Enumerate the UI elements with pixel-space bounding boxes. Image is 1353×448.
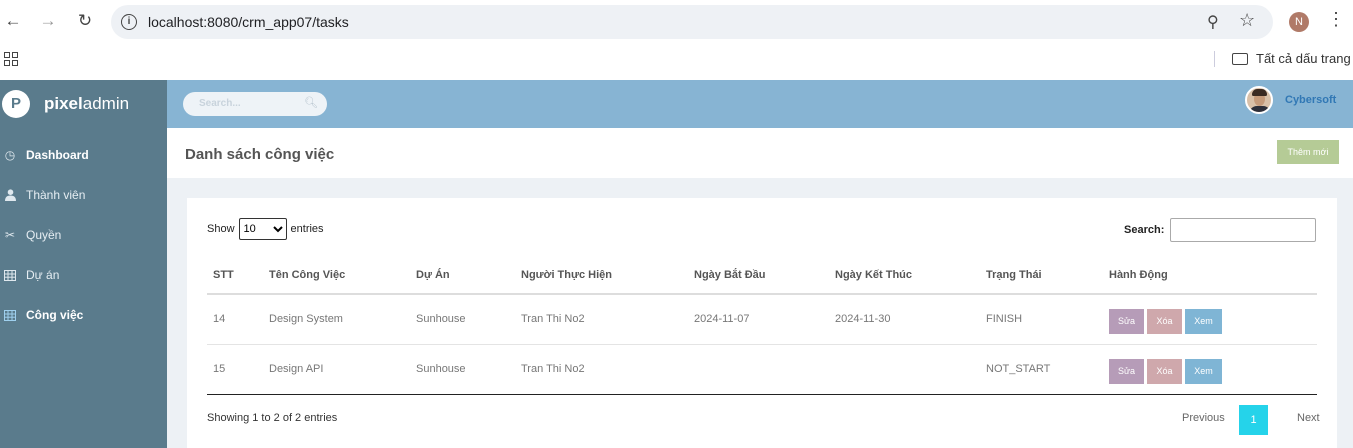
show-label: Show [207, 223, 235, 235]
cell-name: Design API [263, 344, 410, 395]
add-task-button[interactable]: Thêm mới [1277, 140, 1339, 164]
key-icon: ✂ [4, 228, 16, 242]
menu-icon[interactable]: ⋮ [1327, 9, 1345, 30]
cell-actions: Sửa Xóa Xem [1103, 344, 1317, 395]
page-size-select[interactable]: 10 [238, 218, 287, 240]
sidebar-item-label: Công việc [26, 308, 84, 322]
user-icon [4, 189, 16, 201]
cell-status: NOT_START [980, 344, 1103, 395]
zoom-icon[interactable]: ⚲ [1207, 12, 1219, 32]
search-placeholder: Search... [199, 98, 241, 109]
cell-assignee: Tran Thi No2 [515, 294, 688, 345]
sidebar-item-label: Dashboard [26, 148, 89, 162]
cell-end: 2024-11-30 [829, 294, 980, 345]
cell-stt: 15 [207, 344, 263, 395]
cell-assignee: Tran Thi No2 [515, 344, 688, 395]
sidebar-item-label: Dự án [26, 268, 60, 282]
table-icon [4, 269, 16, 281]
apps-icon[interactable] [4, 52, 18, 66]
entries-label: entries [290, 223, 324, 235]
page-title: Danh sách công việc [185, 146, 335, 163]
table-header-row: STT Tên Công Việc Dự Án Người Thực Hiện … [207, 256, 1317, 295]
sidebar-item-label: Thành viên [26, 188, 86, 202]
logo[interactable]: P pixeladmin [0, 80, 167, 128]
reload-icon[interactable]: ↻ [74, 10, 96, 32]
sidebar-item-tasks[interactable]: Công việc [0, 295, 167, 335]
column-header[interactable]: Tên Công Việc [263, 256, 410, 295]
search-input[interactable]: Search... 🔍︎ [183, 92, 327, 116]
sidebar-item-members[interactable]: Thành viên [0, 175, 167, 215]
logo-icon: P [2, 90, 30, 118]
app-root: P pixeladmin Search... 🔍︎ Cybersoft ◷ Da… [0, 80, 1353, 448]
cell-name: Design System [263, 294, 410, 345]
edit-button[interactable]: Sửa [1109, 358, 1144, 384]
table-search-input[interactable] [1170, 218, 1317, 242]
column-header[interactable]: Ngày Kết Thúc [829, 256, 980, 295]
cell-project: Sunhouse [410, 344, 515, 395]
forward-icon[interactable]: → [37, 10, 59, 32]
back-icon[interactable]: ← [2, 10, 24, 32]
table-search: Search: [1124, 218, 1317, 242]
all-bookmarks-label: Tất cả dấu trang [1256, 51, 1351, 66]
tasks-table: STT Tên Công Việc Dự Án Người Thực Hiện … [207, 256, 1317, 395]
sidebar-item-label: Quyền [26, 228, 62, 242]
view-button[interactable]: Xem [1185, 308, 1222, 334]
sidebar-item-projects[interactable]: Dự án [0, 255, 167, 295]
column-header[interactable]: Người Thực Hiện [515, 256, 688, 295]
browser-chrome: ← → ↻ i localhost:8080/crm_app07/tasks ⚲… [0, 0, 1353, 80]
sidebar-item-roles[interactable]: ✂ Quyền [0, 215, 167, 255]
cell-actions: Sửa Xóa Xem [1103, 294, 1317, 345]
column-header[interactable]: STT [207, 256, 263, 295]
column-header[interactable]: Ngày Bắt Đầu [688, 256, 829, 295]
address-bar[interactable]: i localhost:8080/crm_app07/tasks ⚲ ☆ [111, 5, 1273, 39]
bookmark-divider [1214, 51, 1215, 67]
bookmark-star-icon[interactable]: ☆ [1239, 10, 1255, 31]
tasks-card: Show 10 entries Search: STT Tên Công Việ… [187, 198, 1337, 448]
cell-start: 2024-11-07 [688, 294, 829, 345]
avatar[interactable] [1245, 86, 1273, 114]
table-info: Showing 1 to 2 of 2 entries [207, 412, 338, 424]
view-button[interactable]: Xem [1185, 358, 1222, 384]
cell-end [829, 344, 980, 395]
pagination-page-1[interactable]: 1 [1239, 405, 1268, 435]
column-header[interactable]: Trạng Thái [980, 256, 1103, 295]
brand-name-bold: pixel [44, 94, 83, 113]
cell-stt: 14 [207, 294, 263, 345]
cell-project: Sunhouse [410, 294, 515, 345]
delete-button[interactable]: Xóa [1147, 308, 1182, 334]
pagination-previous[interactable]: Previous [1182, 412, 1225, 424]
sidebar: ◷ Dashboard Thành viên ✂ Quyền Dự án Côn… [0, 128, 167, 448]
url-text[interactable]: localhost:8080/crm_app07/tasks [148, 14, 349, 30]
delete-button[interactable]: Xóa [1147, 358, 1182, 384]
table-search-label: Search: [1124, 224, 1165, 236]
profile-avatar[interactable]: N [1289, 12, 1309, 32]
all-bookmarks-button[interactable]: Tất cả dấu trang [1232, 51, 1351, 66]
column-header[interactable]: Hành Động [1103, 256, 1317, 295]
site-info-icon[interactable]: i [121, 14, 137, 30]
edit-button[interactable]: Sửa [1109, 308, 1144, 334]
table-row: 14 Design System Sunhouse Tran Thi No2 2… [207, 294, 1317, 345]
sidebar-item-dashboard[interactable]: ◷ Dashboard [0, 135, 167, 175]
folder-icon [1232, 52, 1248, 65]
brand-name-rest: admin [82, 94, 130, 113]
table-icon [4, 309, 16, 321]
page-size-control: Show 10 entries [207, 218, 324, 240]
pagination-next[interactable]: Next [1297, 412, 1320, 424]
cell-status: FINISH [980, 294, 1103, 345]
table-row: 15 Design API Sunhouse Tran Thi No2 NOT_… [207, 344, 1317, 395]
brand-name: pixeladmin [44, 94, 129, 114]
search-icon[interactable]: 🔍︎ [304, 96, 318, 109]
cell-start [688, 344, 829, 395]
topbar: Search... 🔍︎ Cybersoft [167, 80, 1353, 128]
user-name[interactable]: Cybersoft [1285, 94, 1336, 106]
clock-icon: ◷ [4, 148, 16, 162]
page-header: Danh sách công việc Thêm mới [167, 128, 1353, 178]
column-header[interactable]: Dự Án [410, 256, 515, 295]
